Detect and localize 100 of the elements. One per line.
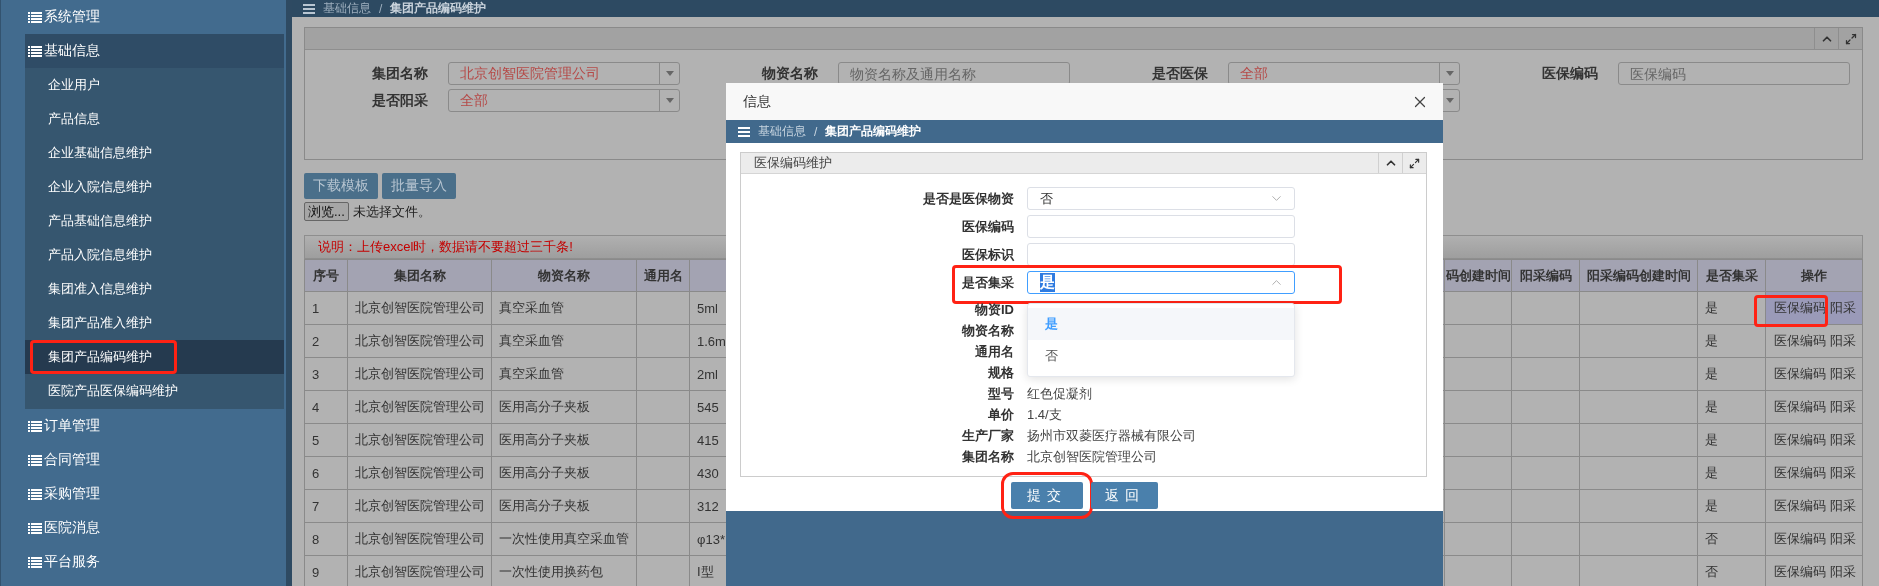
table-cell: 是 bbox=[1705, 366, 1718, 381]
action-link[interactable]: 医保编码 bbox=[1774, 366, 1826, 381]
action-link[interactable]: 医保编码 bbox=[1774, 465, 1826, 480]
action-link[interactable]: 医保编码 bbox=[1774, 432, 1826, 447]
sidebar-item[interactable]: 企业用户 bbox=[25, 68, 284, 102]
table-cell: 北京创智医院管理公司 bbox=[355, 531, 485, 546]
field-value: 北京创智医院管理公司 bbox=[1027, 447, 1158, 466]
sidebar-group[interactable]: 基础信息 bbox=[25, 34, 284, 68]
action-link[interactable]: 医保编码 bbox=[1774, 564, 1826, 579]
breadcrumb-separator: / bbox=[379, 1, 383, 16]
table-cell: 2ml bbox=[697, 366, 718, 382]
browse-button[interactable]: 浏览... bbox=[304, 202, 349, 221]
sidebar-item[interactable]: 医院消息 bbox=[25, 511, 284, 545]
sidebar-item[interactable]: 集团产品准入维护 bbox=[25, 306, 284, 340]
expand-icon bbox=[1844, 32, 1857, 45]
action-link[interactable]: 医保编码 bbox=[1774, 399, 1826, 414]
table-cell: 是 bbox=[1705, 333, 1718, 348]
table-cell: 真空采血管 bbox=[499, 366, 564, 381]
table-cell: 545 bbox=[697, 399, 719, 415]
table-cell: 4 bbox=[312, 399, 320, 415]
table-cell: 否 bbox=[1705, 531, 1718, 546]
sidebar-item[interactable]: 集团准入信息维护 bbox=[25, 272, 284, 306]
sidebar-item[interactable]: 企业基础信息维护 bbox=[25, 136, 284, 170]
table-cell: 1.6m bbox=[697, 333, 726, 349]
field-label: 医保编码 bbox=[961, 217, 1014, 236]
dialog-button[interactable]: 提交 bbox=[1011, 482, 1083, 509]
menu-icon[interactable] bbox=[738, 126, 750, 137]
caret-icon bbox=[665, 71, 674, 76]
sidebar-item[interactable]: 医院产品医保编码维护 bbox=[25, 374, 284, 408]
table-cell: 415 bbox=[697, 432, 719, 448]
sidebar-item[interactable]: 产品基础信息维护 bbox=[25, 204, 284, 238]
breadcrumb-item[interactable]: 基础信息 bbox=[758, 123, 806, 140]
list-icon bbox=[28, 420, 42, 432]
action-link[interactable]: 阳采 bbox=[1830, 564, 1856, 579]
action-link[interactable]: 阳采 bbox=[1830, 432, 1856, 447]
table-cell: 医用高分子夹板 bbox=[499, 399, 590, 414]
action-link[interactable]: 医保编码 bbox=[1774, 498, 1826, 513]
column-header: 序号 bbox=[313, 267, 339, 283]
menu-icon[interactable] bbox=[303, 3, 315, 14]
caret-icon bbox=[1445, 98, 1454, 103]
column-header: 通用名 bbox=[643, 267, 683, 283]
file-status: 未选择文件。 bbox=[352, 202, 431, 221]
select-field[interactable]: 否 bbox=[1027, 187, 1295, 210]
table-cell: φ13* bbox=[697, 531, 725, 547]
panel-title: 医保编码维护 bbox=[753, 154, 833, 172]
field-label: 物资名称 bbox=[762, 64, 819, 83]
action-link[interactable]: 阳采 bbox=[1830, 366, 1856, 381]
table-cell: 医用高分子夹板 bbox=[499, 432, 590, 447]
table-cell: 5ml bbox=[697, 300, 718, 316]
sidebar-item[interactable]: 系统管理 bbox=[25, 0, 284, 34]
field-label: 物资ID bbox=[974, 300, 1014, 319]
action-link[interactable]: 阳采 bbox=[1830, 333, 1856, 348]
caret-icon bbox=[665, 98, 674, 103]
sidebar-item[interactable]: 合同管理 bbox=[25, 443, 284, 477]
list-icon bbox=[28, 454, 42, 466]
action-link[interactable]: 阳采 bbox=[1830, 399, 1856, 414]
input-field[interactable]: 医保编码 bbox=[1618, 62, 1850, 85]
sidebar-item[interactable]: 产品信息 bbox=[25, 102, 284, 136]
sidebar-item[interactable]: 平台服务 bbox=[25, 545, 284, 579]
action-link[interactable]: 医保编码 bbox=[1774, 531, 1826, 546]
breadcrumb-item[interactable]: 基础信息 bbox=[323, 0, 371, 17]
field-value: 扬州市双菱医疗器械有限公司 bbox=[1027, 426, 1197, 445]
column-header: 阳采编码 bbox=[1519, 267, 1572, 283]
notice-text: 说明：上传excel时，数据请不要超过三千条! bbox=[318, 238, 573, 256]
table-cell: 北京创智医院管理公司 bbox=[355, 564, 485, 579]
dropdown-option[interactable]: 否 bbox=[1028, 340, 1294, 372]
column-header: 物资名称 bbox=[538, 267, 590, 283]
field-value: 1.4/支 bbox=[1027, 405, 1063, 424]
table-cell: 北京创智医院管理公司 bbox=[355, 465, 485, 480]
sidebar-item[interactable]: 企业入院信息维护 bbox=[25, 170, 284, 204]
column-header: 操作 bbox=[1801, 267, 1827, 283]
dialog-title: 信息 bbox=[743, 92, 771, 111]
column-header: 阳采编码创建时间 bbox=[1586, 267, 1691, 283]
table-cell: 6 bbox=[312, 465, 320, 481]
field-label: 物资名称 bbox=[961, 321, 1014, 340]
caret-icon bbox=[1445, 71, 1454, 76]
action-link[interactable]: 阳采 bbox=[1830, 300, 1856, 315]
list-icon bbox=[28, 45, 42, 57]
input-field[interactable]: 物资名称及通用名称 bbox=[838, 62, 1070, 85]
action-link[interactable]: 阳采 bbox=[1830, 498, 1856, 513]
action-link[interactable]: 医保编码 bbox=[1774, 300, 1826, 315]
sidebar-item[interactable]: 集团产品编码维护 bbox=[25, 340, 284, 374]
field-label: 规格 bbox=[987, 363, 1014, 382]
list-icon bbox=[28, 11, 42, 23]
action-link[interactable]: 阳采 bbox=[1830, 531, 1856, 546]
table-cell: 430 bbox=[697, 465, 719, 481]
table-cell: 北京创智医院管理公司 bbox=[355, 300, 485, 315]
sidebar-item[interactable]: 产品入院信息维护 bbox=[25, 238, 284, 272]
sidebar-item[interactable]: 订单管理 bbox=[25, 409, 284, 443]
table-cell: 5 bbox=[312, 432, 320, 448]
dialog-button[interactable]: 返回 bbox=[1091, 482, 1158, 509]
action-link[interactable]: 阳采 bbox=[1830, 465, 1856, 480]
sidebar-item[interactable]: 采购管理 bbox=[25, 477, 284, 511]
table-cell: 8 bbox=[312, 531, 320, 547]
list-icon bbox=[28, 556, 42, 568]
action-link[interactable]: 医保编码 bbox=[1774, 333, 1826, 348]
expand-icon bbox=[1409, 157, 1420, 169]
breadcrumb-item[interactable]: 集团产品编码维护 bbox=[390, 0, 487, 17]
breadcrumb-item[interactable]: 集团产品编码维护 bbox=[825, 123, 922, 140]
table-cell: 医用高分子夹板 bbox=[499, 498, 590, 513]
